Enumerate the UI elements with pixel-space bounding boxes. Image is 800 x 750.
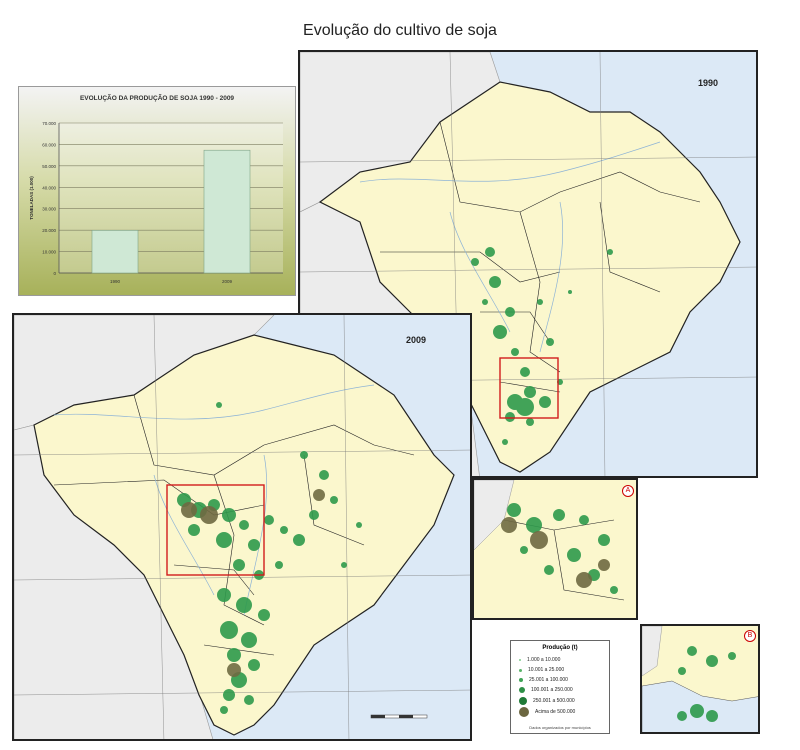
x-tick-label: 1990 bbox=[110, 279, 121, 284]
map-2009 bbox=[14, 315, 470, 739]
inset-a-panel: A bbox=[472, 478, 638, 620]
y-tick-label: 10.000 bbox=[42, 250, 56, 255]
legend-note: Dados organizados por municípios bbox=[529, 725, 591, 730]
x-tick-label: 2009 bbox=[222, 279, 233, 284]
y-tick-label: 30.000 bbox=[42, 207, 56, 212]
bar-1990 bbox=[91, 230, 139, 274]
map-2009-panel: 2009 bbox=[12, 313, 472, 741]
legend-item-label: Acima de 500.000 bbox=[535, 709, 576, 715]
legend-item: 250.001 a 500.000 bbox=[519, 697, 575, 705]
map-1990-year: 1990 bbox=[698, 78, 719, 88]
y-tick-label: 50.000 bbox=[42, 164, 56, 169]
legend-item-label: 250.001 a 500.000 bbox=[533, 698, 575, 704]
inset-b-map bbox=[642, 626, 758, 732]
production-chart: EVOLUÇÃO DA PRODUÇÃO DE SOJA 1990 - 2009… bbox=[18, 86, 296, 296]
legend-title: Produção (t) bbox=[542, 645, 578, 651]
inset-a-letter: A bbox=[622, 485, 634, 497]
y-tick-label: 70.000 bbox=[42, 121, 56, 126]
legend-item-label: 100.001 a 250.000 bbox=[531, 687, 573, 693]
legend-item: 1.000 a 10.000 bbox=[519, 657, 560, 663]
legend-dot-icon bbox=[519, 697, 527, 705]
legend-dot-icon bbox=[519, 659, 521, 661]
map-2009-year: 2009 bbox=[406, 335, 427, 345]
legend-dot-icon bbox=[519, 687, 525, 693]
page-title: Evolução do cultivo de soja bbox=[303, 22, 497, 39]
y-tick-label: 20.000 bbox=[42, 228, 56, 233]
chart-svg: 0 10.000 20.000 30.000 40.000 50.000 60.000 70.… bbox=[29, 121, 283, 284]
inset-b-letter: B bbox=[744, 630, 756, 642]
y-tick-label: 40.000 bbox=[42, 185, 56, 190]
legend-item: Acima de 500.000 bbox=[519, 707, 575, 717]
legend-dot-icon bbox=[519, 707, 529, 717]
inset-b-panel: B bbox=[640, 624, 760, 734]
bar-2009 bbox=[203, 149, 251, 274]
legend-item: 25.001 a 100.000 bbox=[519, 677, 568, 683]
legend-dot-icon bbox=[519, 668, 522, 672]
map-legend: Produção (t) 1.000 a 10.000 10.001 a 25.0… bbox=[510, 640, 610, 734]
inset-a-map bbox=[474, 480, 636, 618]
legend-item-label: 25.001 a 100.000 bbox=[529, 677, 568, 683]
legend-item-label: 10.001 a 25.000 bbox=[528, 667, 565, 673]
legend-dot-icon bbox=[519, 678, 523, 682]
legend-item-label: 1.000 a 10.000 bbox=[527, 657, 561, 663]
legend-item: 10.001 a 25.000 bbox=[519, 667, 564, 673]
legend-item: 100.001 a 250.000 bbox=[519, 687, 573, 693]
y-tick-label: 0 bbox=[53, 271, 56, 276]
y-tick-label: 60.000 bbox=[42, 142, 56, 147]
y-axis-label: TONELADAS (1.000) bbox=[29, 176, 34, 220]
scale-bar bbox=[370, 714, 428, 719]
